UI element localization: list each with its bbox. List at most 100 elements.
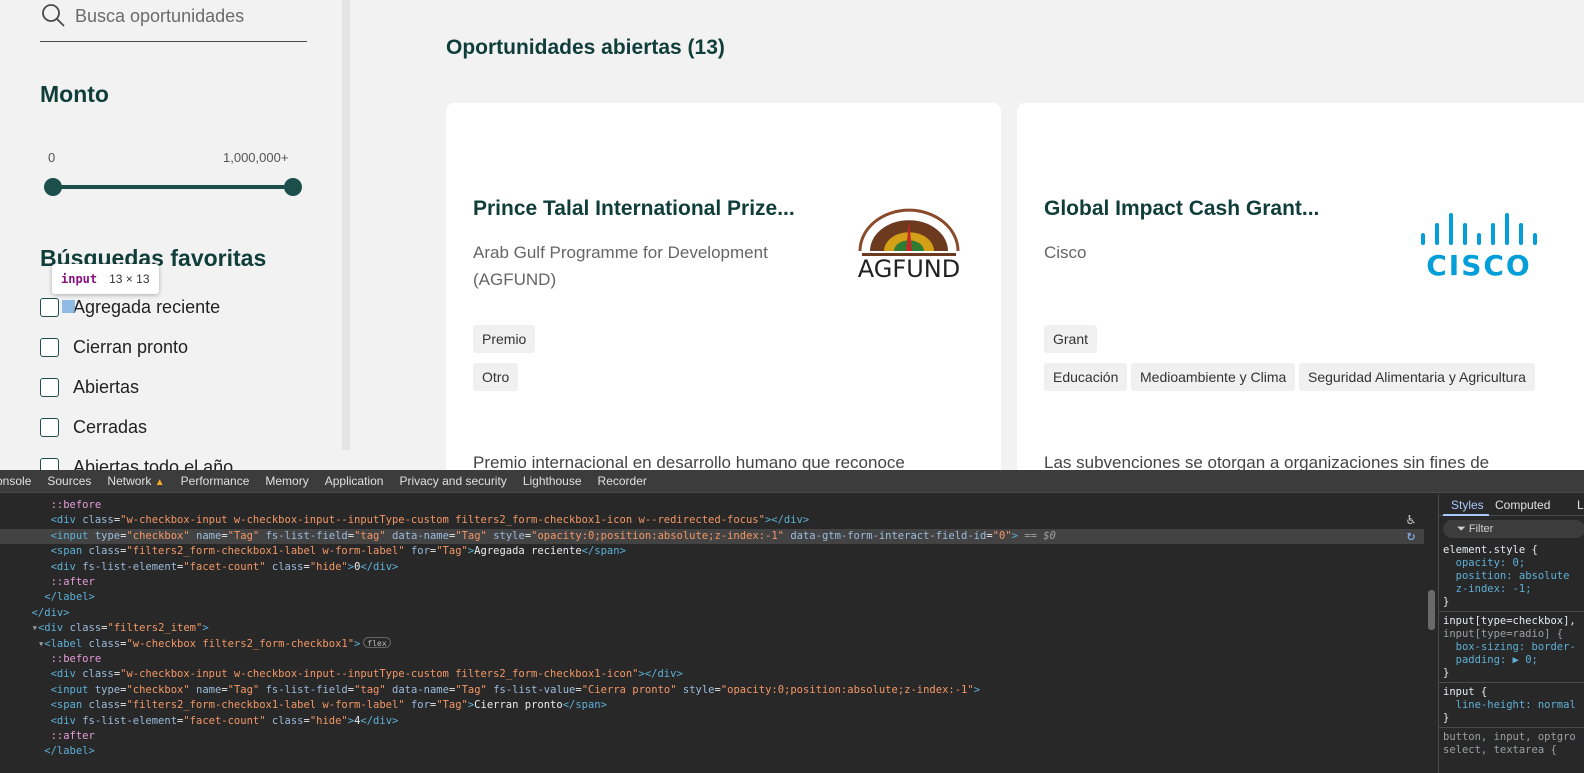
css-brace: } [1443,667,1450,679]
dom-line[interactable]: <input type="checkbox" name="Tag" fs-lis… [0,683,1424,698]
checkbox-box[interactable] [40,457,59,470]
sidebar-scrollbar[interactable] [342,0,350,450]
devtools-panel: onsole Sources Network ▲ Performance Mem… [0,470,1584,773]
tab-lighthouse[interactable]: Lighthouse [515,474,590,488]
tag-chip[interactable]: Medioambiente y Clima [1131,363,1296,391]
amount-slider-track[interactable] [52,185,292,189]
checkbox-box[interactable] [40,297,59,317]
checkbox-box[interactable] [40,337,59,357]
styles-pane: Styles Computed L ⏷ Filter element.style… [1438,494,1584,773]
opportunity-card[interactable]: Prince Talal International Prize... Arab… [446,103,1001,470]
filter-icon: ⏷ [1457,523,1469,535]
opportunity-card[interactable]: Global Impact Cash Grant... Cisco CISCO … [1017,103,1584,470]
amount-slider-max-handle[interactable] [284,178,302,196]
dom-line[interactable]: <div fs-list-element="facet-count" class… [0,714,1424,729]
css-selector[interactable]: input[type=checkbox], [1443,615,1584,628]
tab-sources[interactable]: Sources [39,474,99,488]
card-description: Premio internacional en desarrollo human… [473,453,905,470]
dom-line[interactable]: ::before [0,652,1424,667]
tag-chip[interactable]: Educación [1044,363,1128,391]
card-title[interactable]: Prince Talal International Prize... [473,197,795,221]
tab-layout[interactable]: L [1577,498,1584,512]
flex-badge[interactable]: flex [363,636,391,648]
checkbox-box[interactable] [40,377,59,397]
tab-application[interactable]: Application [317,474,392,488]
tooltip-tag: input [61,272,98,286]
amount-heading: Monto [40,81,109,107]
dom-line[interactable]: ::after [0,729,1424,744]
checkbox-box[interactable] [40,417,59,437]
css-prop[interactable]: z-index: -1; [1443,583,1584,596]
dom-line[interactable]: ▾<label class="w-checkbox filters2_form-… [0,636,1424,652]
elements-scrollbar[interactable] [1426,494,1438,759]
checkbox-open[interactable]: Abiertas [40,375,139,399]
tab-privacy-security[interactable]: Privacy and security [391,474,514,488]
dom-line[interactable]: <div fs-list-element="facet-count" class… [0,560,1424,575]
page: Monto 0 1,000,000+ Búsquedas favoritas A… [0,0,1584,773]
css-selector[interactable]: input { [1443,686,1584,699]
cisco-logo: CISCO [1421,213,1537,279]
tab-memory[interactable]: Memory [257,474,316,488]
dom-line-selected[interactable]: <input type="checkbox" name="Tag" fs-lis… [0,528,1424,545]
dom-line[interactable]: <div class="w-checkbox-input w-checkbox-… [0,667,1424,682]
tab-computed[interactable]: Computed [1495,498,1550,512]
amount-slider-min-handle[interactable] [44,178,62,196]
styles-filter-input[interactable]: ⏷ Filter [1443,520,1584,538]
css-prop[interactable]: box-sizing: border- [1443,641,1584,654]
agfund-logo: AGFUND [858,208,960,283]
css-prop[interactable]: padding: ▶ 0; [1443,654,1584,667]
tag-chip[interactable]: Grant [1044,325,1098,353]
tab-network[interactable]: Network ▲ [99,474,172,488]
dom-line[interactable]: ▾<div class="filters2_item"> [0,621,1424,636]
card-title[interactable]: Global Impact Cash Grant... [1044,197,1319,221]
rule-divider [1439,682,1584,683]
scrollbar-thumb[interactable] [1428,590,1435,630]
checkbox-label: Abiertas [73,376,140,397]
dom-line[interactable]: </label> [0,744,1424,759]
css-selector[interactable]: button, input, optgro [1443,731,1584,744]
tab-performance[interactable]: Performance [173,474,258,488]
tag-chip[interactable]: Premio [473,325,536,353]
css-prop[interactable]: position: absolute [1443,570,1584,583]
elements-tree[interactable]: ::before <div class="w-checkbox-input w-… [0,494,1424,764]
rule-divider [1439,727,1584,728]
css-selector[interactable]: select, textarea { [1443,744,1584,757]
css-prop[interactable]: line-height: normal [1443,699,1584,712]
tab-console[interactable]: onsole [0,474,39,488]
css-selector[interactable]: input[type=radio] { [1443,628,1584,641]
checkbox-label: Cierran pronto [73,336,189,357]
tab-styles[interactable]: Styles [1451,498,1484,512]
tag-chip[interactable]: Seguridad Alimentaria y Agricultura [1299,363,1535,391]
css-selector[interactable]: element.style { [1443,544,1584,557]
checkbox-label: Agregada reciente [73,296,221,317]
search-input[interactable] [75,2,303,30]
dom-line[interactable]: </label> [0,590,1424,605]
css-prop[interactable]: opacity: 0; [1443,557,1584,570]
dom-line[interactable]: <span class="filters2_form-checkbox1-lab… [0,544,1424,559]
styles-tabbar: Styles Computed L [1439,494,1584,516]
tag-chip[interactable]: Otro [473,363,519,391]
range-min-label: 0 [48,150,56,165]
checkbox-closing-soon[interactable]: Cierran pronto [40,335,188,359]
inspect-highlight [62,300,75,313]
refresh-icon[interactable]: ↻ [1402,528,1420,546]
card-description: Las subvenciones se otorgan a organizaci… [1044,453,1490,470]
checkbox-label: Cerradas [73,416,148,437]
card-organization: Arab Gulf Programme for Development (AGF… [473,243,768,289]
tab-recorder[interactable]: Recorder [590,474,655,488]
search-icon [42,4,65,27]
tab-network-label: Network [107,474,152,488]
css-brace: } [1443,712,1450,724]
dom-line[interactable]: ::before [0,498,1424,513]
dom-line[interactable]: <span class="filters2_form-checkbox1-lab… [0,698,1424,713]
devtools-tabbar: onsole Sources Network ▲ Performance Mem… [0,470,1584,493]
warning-icon: ▲ [154,477,165,488]
dom-line[interactable]: <div class="w-checkbox-input w-checkbox-… [0,513,1424,528]
search-bar [40,0,307,42]
tooltip-size: 13 × 13 [109,272,150,286]
checkbox-open-all-year[interactable]: Abiertas todo el año [40,455,233,470]
dom-line[interactable]: ::after [0,575,1424,590]
logo-text: AGFUND [858,255,960,283]
checkbox-closed[interactable]: Cerradas [40,415,147,439]
dom-line[interactable]: </div> [0,606,1424,621]
